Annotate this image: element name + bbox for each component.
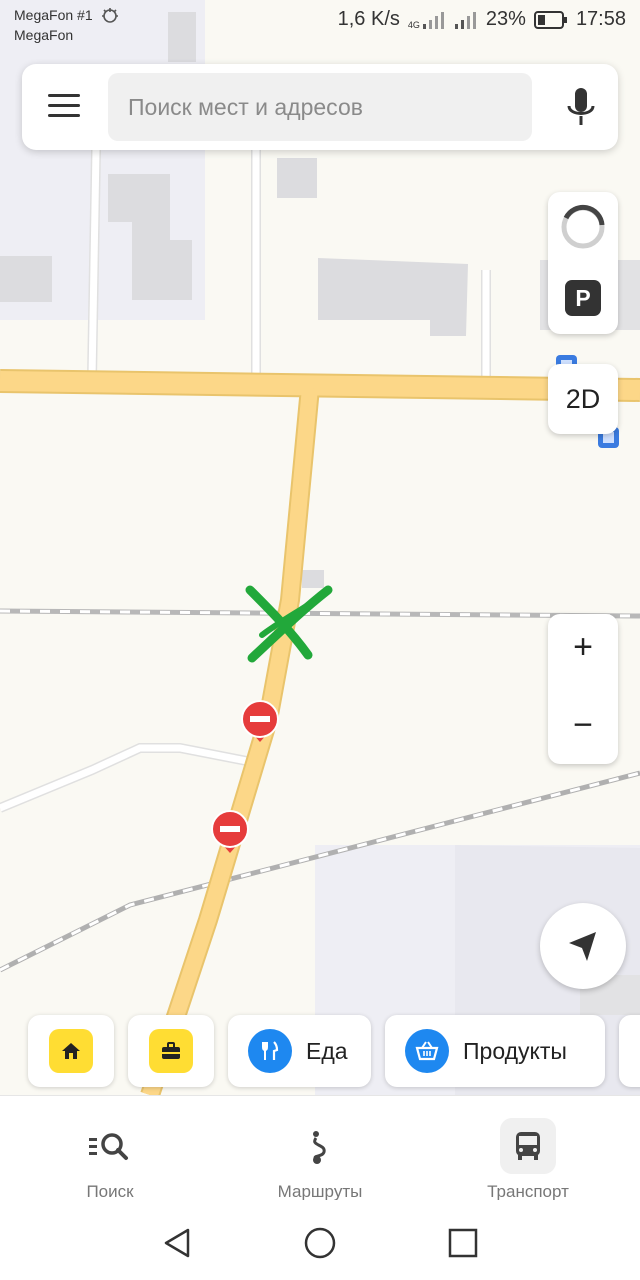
chip-home[interactable] (28, 1015, 114, 1087)
bus-icon (516, 1132, 540, 1160)
zoom-out-button[interactable]: − (548, 706, 618, 745)
navigation-arrow-icon (569, 932, 596, 961)
system-navigation-bar (0, 1200, 640, 1280)
parking-layer-button[interactable]: P (565, 280, 601, 316)
notification-bug-icon (101, 8, 118, 23)
tab-routes[interactable]: Маршруты (240, 1096, 400, 1201)
route-icon (313, 1131, 326, 1164)
briefcase-icon (162, 1042, 180, 1059)
zoom-in-button[interactable]: + (548, 628, 618, 667)
microphone-icon[interactable] (566, 86, 596, 130)
tab-search-label: Поиск (86, 1182, 134, 1201)
tab-transport-label: Транспорт (487, 1182, 569, 1201)
chip-more[interactable] (619, 1015, 640, 1087)
home-icon (62, 1043, 80, 1059)
recents-square-icon[interactable] (446, 1226, 480, 1260)
layers-panel: P (548, 192, 618, 334)
signal-icon (454, 11, 476, 29)
hamburger-menu-icon[interactable] (48, 94, 80, 118)
tab-routes-label: Маршруты (277, 1182, 363, 1201)
battery-percent: 23% (485, 8, 526, 30)
signal-4g-icon: 4G (408, 10, 446, 30)
status-bar: MegaFon #1 MegaFon 1,6 K/s 4G 23% 17:58 (0, 0, 640, 46)
chip-groceries-label: Продукты (463, 1037, 567, 1064)
building (302, 570, 324, 588)
search-bar: Поиск мест и адресов (22, 64, 618, 150)
view-mode-2d-button[interactable]: 2D (548, 364, 618, 434)
locate-me-button[interactable] (540, 903, 626, 989)
battery-icon (533, 10, 567, 29)
back-triangle-icon[interactable] (160, 1226, 194, 1260)
carrier-name-secondary: MegaFon (14, 27, 74, 43)
status-indicators: 1,6 K/s 4G 23% 17:58 (338, 8, 626, 31)
no-entry-marker[interactable] (211, 810, 249, 853)
chip-food[interactable]: Еда (228, 1015, 371, 1087)
carrier-name: MegaFon #1 (14, 7, 93, 23)
traffic-ring-icon[interactable] (548, 192, 618, 262)
bottom-navigation: Поиск Маршруты Транспорт (0, 1095, 640, 1201)
basket-icon (415, 1041, 439, 1061)
network-speed: 1,6 K/s (337, 8, 400, 30)
home-circle-icon[interactable] (303, 1226, 337, 1260)
search-list-icon (89, 1133, 128, 1160)
tab-search[interactable]: Поиск (30, 1096, 190, 1201)
tab-transport[interactable]: Транспорт (448, 1096, 608, 1201)
zoom-controls: + − (548, 614, 618, 764)
building (0, 256, 52, 302)
carrier-info: MegaFon #1 MegaFon (14, 4, 121, 44)
building (318, 258, 468, 336)
fork-knife-icon (262, 1041, 279, 1060)
chip-groceries[interactable]: Продукты (385, 1015, 605, 1087)
clock: 17:58 (575, 8, 626, 30)
railway-horizontal (0, 608, 640, 619)
building (277, 158, 317, 198)
search-input[interactable]: Поиск мест и адресов (108, 73, 532, 141)
chip-food-label: Еда (306, 1037, 348, 1064)
chip-work[interactable] (128, 1015, 214, 1087)
